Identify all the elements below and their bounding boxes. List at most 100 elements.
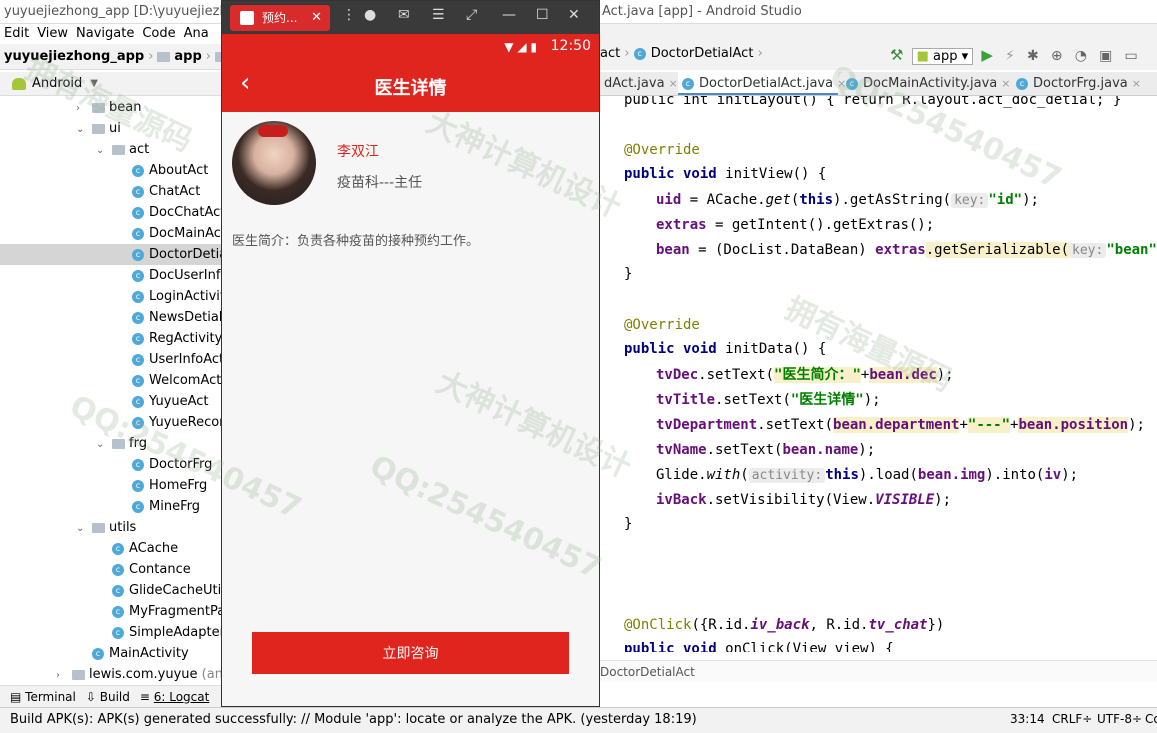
window-title-right: Act.java [app] - Android Studio [602,4,802,19]
attach-debugger-icon[interactable]: ⊕ [1051,48,1063,64]
chevron-down-icon[interactable]: ⌄ [96,140,106,161]
cursor-position[interactable]: 33:14 [1010,712,1045,726]
code-editor[interactable]: public int initLayout() { return R.layou… [600,96,1157,652]
tree-item[interactable]: c MineFrg [0,496,222,517]
menu-navigate[interactable]: Navigate [72,24,138,44]
close-icon[interactable]: × [669,77,678,90]
doctor-description: 医生简介：负责各种疫苗的接种预约工作。 [232,234,480,249]
tree-item[interactable]: c NewsDetialAc [0,307,222,328]
tree-item[interactable]: c YuyueRecordA [0,412,222,433]
build-tab[interactable]: ⇩ Build [86,690,130,704]
doctor-name: 李双江 [337,144,379,160]
emulator-tab[interactable]: 预约... ✕ [230,5,330,31]
chevron-down-icon: ▼ [90,78,98,89]
menu-code[interactable]: Code [138,24,179,44]
mail-icon[interactable]: ✉ [398,7,410,23]
code-line: uid = ACache.get(this).getAsString(key: "… [656,192,1039,208]
code-line: } [624,516,633,532]
tree-item[interactable]: c DoctorDetialAc [0,244,222,265]
menu-analyze[interactable]: Ana [180,24,213,44]
run-config-select[interactable]: ■ app ▾ [911,48,974,65]
app-title: 医生详情 [374,78,447,99]
close-icon[interactable]: × [1132,77,1141,90]
stop-icon[interactable]: ▭ [1124,48,1137,64]
tree-item[interactable]: c DoctorFrg [0,454,222,475]
menu-edit[interactable]: Edit [0,24,33,44]
tree-item[interactable]: ⌄ ui [0,118,222,139]
chevron-right-icon[interactable]: › [76,98,86,119]
class-icon: c [132,269,144,282]
chevron-down-icon[interactable]: ⌄ [96,434,106,455]
tree-item[interactable]: c MainActivity [0,643,222,664]
coverage-icon[interactable]: ▣ [1099,48,1112,64]
chevron-down-icon[interactable]: ⌄ [76,518,86,539]
breadcrumb-prev[interactable]: act [600,46,620,61]
tree-item-label: MyFragmentPage [129,604,222,619]
tab-file-3[interactable]: c DoctorFrg.java × [1012,72,1154,95]
apply-changes-icon[interactable]: ⚡ [1005,48,1015,64]
tree-item[interactable]: c ACache [0,538,222,559]
consult-button[interactable]: 立即咨询 [252,632,569,674]
logcat-tab[interactable]: ≡ 6: Logcat [140,690,209,704]
code-line: tvDepartment.setText(bean.department+"--… [656,417,1145,433]
tree-item[interactable]: c HomeFrg [0,475,222,496]
tree-item[interactable]: c UserInfoAct [0,349,222,370]
tree-item[interactable]: c DocChatAct [0,202,222,223]
resize-icon[interactable]: ⤢ [466,7,477,23]
user-icon[interactable]: ● [364,7,376,23]
breadcrumb-current[interactable]: DoctorDetialAct [651,46,754,61]
project-view-selector[interactable]: Android ▼ [0,72,222,96]
app-icon [240,11,254,25]
code-line: } [624,266,633,282]
menu-view[interactable]: View [33,24,72,44]
build-hammer-icon[interactable]: ⚒ [890,46,903,64]
maximize-icon[interactable]: ☐ [536,7,549,23]
tree-item[interactable]: c DocMainActivi [0,223,222,244]
project-tree: › bean ⌄ ui ⌄ act c AboutAct c ChatAct c DocChatAct… [0,97,222,685]
nav-module[interactable]: app [157,49,202,64]
tree-item[interactable]: c ChatAct [0,181,222,202]
menu-icon[interactable]: ☰ [432,7,445,23]
tab-file-0[interactable]: dAct.java × [600,72,678,95]
status-bar: Build APK(s): APK(s) generated successfu… [0,707,1157,733]
tree-item[interactable]: c DocUserInfoAc [0,265,222,286]
tree-item[interactable]: ⌄ utils [0,517,222,538]
chevron-right-icon[interactable]: › [56,665,66,685]
class-icon: c [132,332,144,345]
tree-item[interactable]: c YuyueAct [0,391,222,412]
tree-item[interactable]: › bean [0,97,222,118]
minimize-icon[interactable]: — [502,7,516,23]
nav-project[interactable]: yuyuejiezhong_app [4,49,144,64]
tree-item[interactable]: c AboutAct [0,160,222,181]
line-separator[interactable]: CRLF÷ [1052,712,1092,726]
close-icon[interactable]: ✕ [311,5,322,31]
terminal-tab[interactable]: ▤ Terminal [10,690,76,704]
run-icon[interactable]: ▶ [981,46,993,64]
tree-item[interactable]: c MyFragmentPage [0,601,222,622]
class-icon: c [682,77,694,90]
close-icon[interactable]: × [1001,77,1010,90]
menu-bar: Edit View Navigate Code Ana [0,24,222,44]
class-icon: c [112,626,124,639]
editor-footer-breadcrumb[interactable]: DoctorDetialAct [600,660,1157,682]
tree-item[interactable]: ⌄ frg [0,433,222,454]
chevron-down-icon[interactable]: ⌄ [76,119,86,140]
tree-item[interactable]: ⌄ act [0,139,222,160]
tree-item[interactable]: c SimpleAdapter [0,622,222,643]
tree-item[interactable]: c RegActivity [0,328,222,349]
tree-item[interactable]: c LoginActivity [0,286,222,307]
tab-file-2[interactable]: c DocMainActivity.java × [842,72,1011,95]
more-icon[interactable]: ⋮ [342,7,356,23]
tree-item[interactable]: c Contance [0,559,222,580]
status-message[interactable]: Build APK(s): APK(s) generated successfu… [10,712,697,727]
tab-file-1[interactable]: c DoctorDetialAct.java × [678,72,846,95]
avatar-decoration [258,125,288,137]
tree-item[interactable]: c WelcomAct [0,370,222,391]
debug-icon[interactable]: ✱ [1027,48,1039,64]
class-icon: c [112,584,124,597]
tree-item[interactable]: › lewis.com.yuyue (androi [0,664,222,685]
profile-icon[interactable]: ◔ [1075,48,1087,64]
close-icon[interactable]: ✕ [568,7,580,23]
tree-item[interactable]: c GlideCacheUtil [0,580,222,601]
file-encoding[interactable]: UTF-8÷ [1097,712,1142,726]
